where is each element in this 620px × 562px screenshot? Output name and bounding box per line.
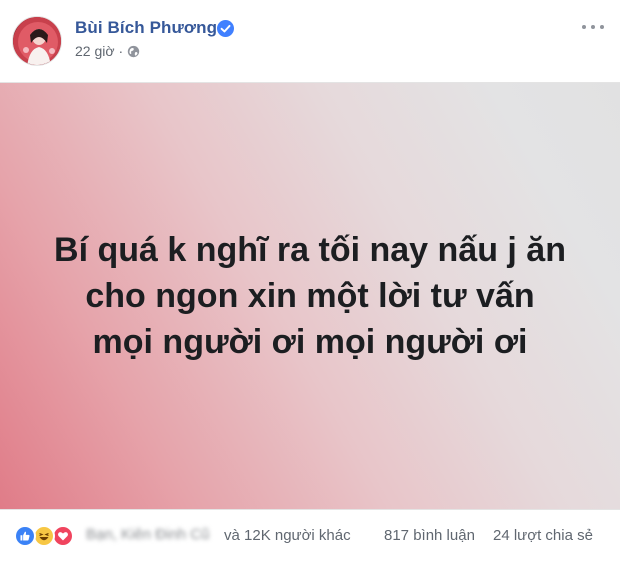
globe-icon[interactable]	[127, 45, 140, 58]
reaction-icons[interactable]	[14, 525, 84, 547]
post-meta: 22 giờ ·	[75, 43, 140, 59]
reacted-names-blurred[interactable]: Bạn, Kiên Đinh Cũ	[86, 526, 209, 543]
avatar[interactable]	[12, 16, 62, 66]
post-header: Bùi Bích Phương 22 giờ ·	[0, 0, 620, 82]
haha-reaction-icon	[33, 525, 55, 547]
reactions-count[interactable]: và 12K người khác	[224, 527, 351, 544]
like-reaction-icon	[14, 525, 36, 547]
dot-3	[600, 25, 604, 29]
meta-separator: ·	[118, 43, 124, 59]
author-name[interactable]: Bùi Bích Phương	[75, 18, 217, 38]
verified-badge-icon	[217, 20, 234, 37]
dot-2	[591, 25, 595, 29]
avatar-image	[13, 17, 61, 65]
post-timestamp[interactable]: 22 giờ	[75, 43, 115, 59]
love-reaction-icon	[52, 525, 74, 547]
shares-count[interactable]: 24 lượt chia sẻ	[493, 527, 593, 544]
status-text: Bí quá k nghĩ ra tối nay nấu j ăn cho ng…	[54, 231, 566, 361]
status-background: Bí quá k nghĩ ra tối nay nấu j ăn cho ng…	[0, 82, 620, 510]
dot-1	[582, 25, 586, 29]
comments-count[interactable]: 817 bình luận	[384, 527, 475, 544]
post-footer: Bạn, Kiên Đinh Cũ và 12K người khác 817 …	[0, 510, 620, 562]
more-options-icon[interactable]	[582, 20, 604, 34]
